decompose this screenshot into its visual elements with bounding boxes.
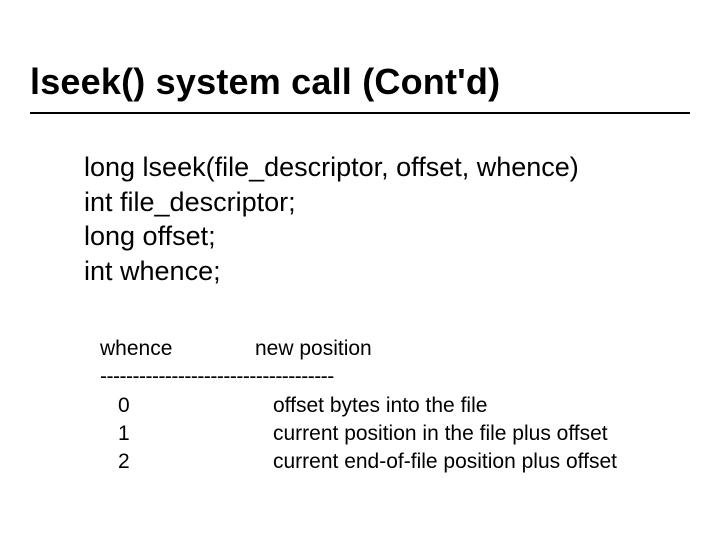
declaration-block: long lseek(file_descriptor, offset, when…	[84, 150, 579, 288]
table-header-row: whence new position	[100, 335, 617, 363]
header-whence: whence	[100, 335, 255, 363]
decl-line-3: long offset;	[84, 219, 579, 254]
header-position: new position	[255, 335, 617, 363]
cell-whence: 2	[100, 448, 273, 476]
whence-table: whence new position --------------------…	[100, 335, 617, 477]
cell-position: current position in the file plus offset	[273, 420, 617, 448]
decl-line-2: int file_descriptor;	[84, 185, 579, 220]
cell-whence: 1	[100, 420, 273, 448]
decl-line-4: int whence;	[84, 254, 579, 289]
table-row: 0 offset bytes into the file	[100, 392, 617, 420]
table-separator: ------------------------------------	[100, 363, 617, 391]
slide: lseek() system call (Cont'd) long lseek(…	[0, 0, 720, 540]
slide-title: lseek() system call (Cont'd)	[30, 62, 690, 102]
cell-position: offset bytes into the file	[273, 392, 617, 420]
table-row: 1 current position in the file plus offs…	[100, 420, 617, 448]
table-row: 2 current end-of-file position plus offs…	[100, 448, 617, 476]
title-section: lseek() system call (Cont'd)	[30, 62, 690, 114]
decl-line-1: long lseek(file_descriptor, offset, when…	[84, 150, 579, 185]
cell-whence: 0	[100, 392, 273, 420]
title-underline	[30, 112, 690, 114]
cell-position: current end-of-file position plus offset	[273, 448, 617, 476]
